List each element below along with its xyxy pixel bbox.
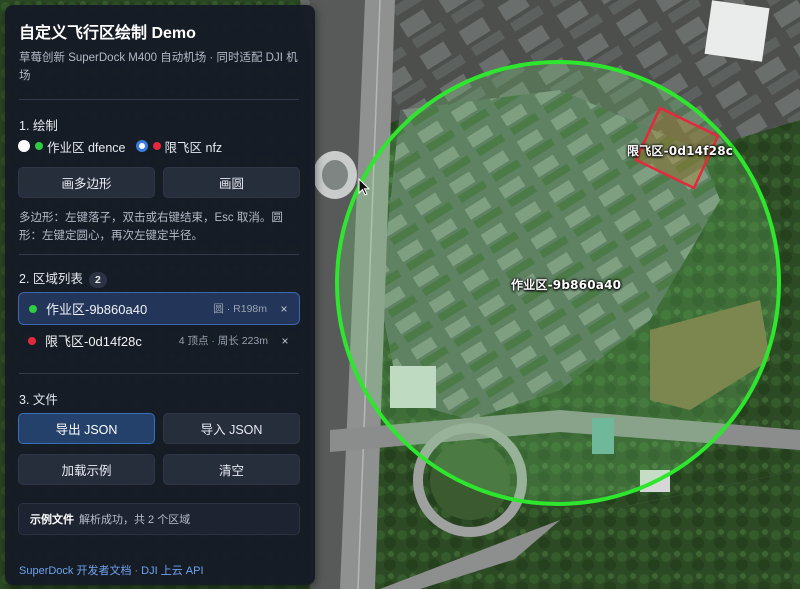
load-example-button[interactable]: 加载示例 [18,454,155,485]
clear-button[interactable]: 清空 [163,454,300,485]
dji-api-link[interactable]: DJI 上云 API [141,565,203,577]
zone-name: 限飞区-0d14f28c [45,334,142,349]
delete-zone-icon[interactable]: × [280,334,290,348]
mouse-cursor-icon [358,178,370,196]
export-json-button[interactable]: 导出 JSON [18,413,155,444]
zone-list-item[interactable]: 作业区-9b860a40 圆 · R198m × [18,292,300,325]
zone-list-item[interactable]: 限飞区-0d14f28c 4 顶点 · 周长 223m × [18,324,300,357]
divider [19,99,299,100]
zone-color-dot [28,336,36,345]
zone-color-dot [29,304,37,313]
zone-meta: 圆 · R198m [213,303,267,315]
radio-nfz[interactable] [135,140,148,152]
divider [19,373,299,374]
radio-dfence[interactable] [18,140,30,152]
file-section-heading: 3. 文件 [19,393,58,407]
dfence-color-dot [35,142,43,150]
radio-dfence-label[interactable]: 作业区 dfence [47,137,126,156]
nfz-zone-label: 限飞区-0d14f28c [627,144,734,158]
docs-link[interactable]: SuperDock 开发者文档 [19,565,131,577]
draw-section-heading: 1. 绘制 [19,119,58,133]
zone-meta: 4 顶点 · 周长 223m [178,335,268,347]
divider [19,254,299,255]
delete-zone-icon[interactable]: × [279,302,289,316]
page-subtitle: 草莓创新 SuperDock M400 自动机场 · 同时适配 DJI 机场 [19,52,298,82]
nfz-color-dot [152,142,161,150]
status-strong: 示例文件 [30,514,74,526]
zone-list-heading: 2. 区域列表 2 [19,268,107,288]
stadium-inner [322,160,348,190]
footer-links: SuperDock 开发者文档 · DJI 上云 API [19,562,204,578]
zone-list-heading-label: 2. 区域列表 [19,272,83,286]
zone-count-badge: 2 [88,272,107,288]
zone-name: 作业区-9b860a40 [46,302,148,317]
page-title: 自定义飞行区绘制 Demo [19,25,196,42]
draw-polygon-button[interactable]: 画多边形 [18,167,155,198]
radio-nfz-label[interactable]: 限飞区 nfz [165,137,223,156]
draw-circle-button[interactable]: 画圆 [163,167,300,198]
draw-help-text: 多边形：左键落子，双击或右键结束，Esc 取消。圆形：左键定圆心，再次左键定半径… [19,212,283,242]
dfence-zone-label: 作业区-9b860a40 [511,278,622,292]
white-roof [704,0,770,62]
side-panel: 自定义飞行区绘制 Demo 草莓创新 SuperDock M400 自动机场 ·… [5,5,315,585]
status-message: 示例文件 解析成功，共 2 个区域 [18,503,300,535]
mode-selector: 作业区 dfence 限飞区 nfz [18,136,222,156]
status-text: 解析成功，共 2 个区域 [79,514,191,526]
footer-separator: · [134,565,139,577]
import-json-button[interactable]: 导入 JSON [163,413,300,444]
